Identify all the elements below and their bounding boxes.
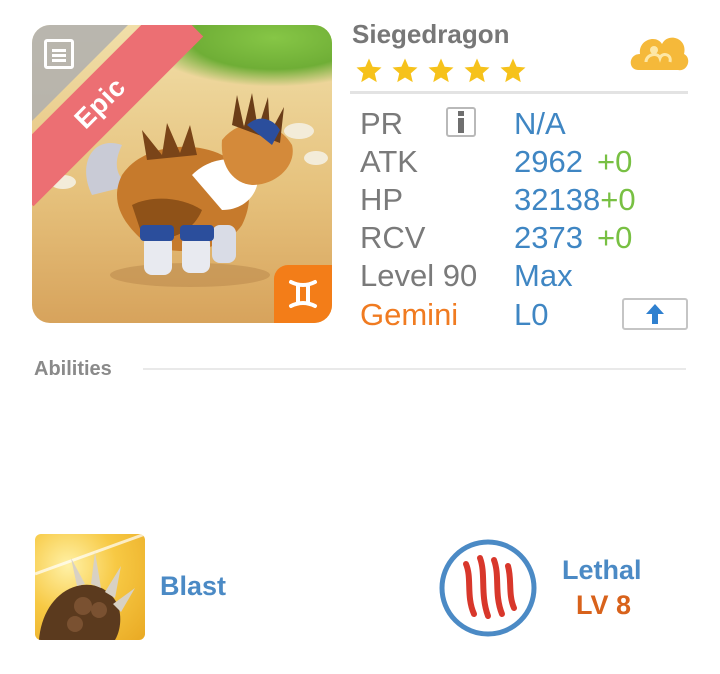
star-icon (500, 58, 526, 83)
star-rating (354, 56, 528, 86)
sign-label: Gemini (360, 297, 459, 332)
monster-name: Siegedragon (352, 19, 510, 49)
document-icon[interactable] (44, 39, 74, 69)
skill-name[interactable]: Blast (160, 571, 226, 602)
rcv-value: 2373 (514, 220, 583, 255)
stat-value-hp: 32138+0 (514, 181, 636, 219)
star-icon (464, 58, 490, 83)
stat-label-pr: PR (360, 106, 404, 141)
hp-value: 32138 (514, 182, 601, 217)
stat-label-hp: HP (360, 182, 404, 217)
atk-bonus: +0 (596, 144, 633, 179)
stat-value-level: Max (514, 258, 573, 293)
stat-label-level: Level 90 (360, 258, 478, 293)
abilities-heading: Abilities (34, 358, 112, 380)
stat-value-atk: 2962 +0 (514, 143, 632, 181)
abilities-divider (143, 368, 686, 370)
claw-icon[interactable] (35, 534, 145, 640)
header-divider (350, 91, 688, 94)
cloud-currency-icon[interactable] (628, 30, 690, 80)
star-icon (392, 58, 418, 83)
gemini-icon (274, 265, 332, 323)
hp-bonus: +0 (600, 182, 636, 217)
info-button[interactable] (446, 107, 476, 137)
stat-label-rcv: RCV (360, 220, 426, 255)
star-icon (356, 58, 382, 83)
upgrade-button[interactable] (622, 298, 688, 330)
atk-value: 2962 (514, 144, 583, 179)
stat-label-atk: ATK (360, 144, 418, 179)
rcv-bonus: +0 (596, 220, 633, 255)
info-icon (458, 111, 464, 133)
monster-card-image[interactable]: Epic (32, 25, 332, 323)
passive-name[interactable]: Lethal (562, 555, 642, 586)
stat-value-rcv: 2373 +0 (514, 219, 632, 257)
passive-level: LV 8 (576, 590, 632, 620)
scratch-icon[interactable] (438, 538, 538, 638)
stat-value-pr: N/A (514, 106, 566, 141)
sign-level: L0 (514, 297, 549, 332)
arrow-up-icon (646, 304, 664, 324)
star-icon (428, 58, 454, 83)
